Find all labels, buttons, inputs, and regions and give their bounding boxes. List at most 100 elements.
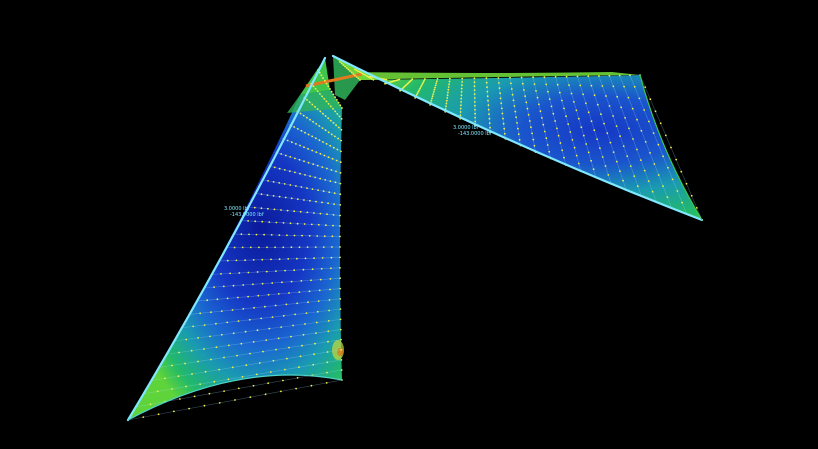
left-mesh-node [306, 99, 308, 101]
left-mesh-node [319, 152, 322, 155]
left-mesh-node [339, 287, 342, 290]
right-mesh-node [565, 75, 568, 78]
left-mesh-node [282, 379, 284, 382]
right-mesh-node [502, 117, 504, 120]
right-mesh-node [361, 72, 364, 75]
left-mesh-node [247, 295, 250, 298]
right-mesh-node [636, 185, 639, 188]
right-mesh-node [531, 132, 533, 135]
left-mesh-node [340, 128, 343, 131]
left-mesh-node [313, 257, 315, 260]
left-mesh-node [311, 103, 314, 106]
left-mesh-node [237, 320, 240, 322]
left-mesh-node [191, 373, 193, 375]
right-mesh-node [685, 182, 688, 185]
right-mesh-node [521, 82, 524, 85]
left-mesh-node [311, 149, 314, 152]
left-mesh-node [253, 206, 256, 209]
left-mesh-node [242, 308, 245, 310]
left-mesh-node [267, 180, 269, 182]
left-mesh-node [339, 298, 342, 300]
right-mesh-node [629, 165, 632, 168]
right-mesh-node [445, 105, 447, 108]
left-mesh-node [339, 225, 341, 227]
left-mesh-node [261, 258, 264, 261]
left-mesh-node [277, 293, 280, 295]
right-mesh-node [671, 178, 674, 181]
left-mesh-node [272, 195, 275, 197]
right-mesh-node [357, 77, 360, 80]
right-mesh-node [653, 163, 656, 165]
left-mesh-node [254, 220, 257, 223]
left-mesh-node [330, 133, 333, 136]
right-mesh-node [582, 93, 584, 96]
right-mesh-node [548, 98, 551, 100]
left-mesh-node [312, 163, 315, 166]
left-mesh-node [296, 377, 299, 379]
fea-viewport[interactable]: 3.0000 lbf -143.0000 lbf 3.0000 lbf -143… [0, 0, 818, 449]
left-mesh-node [332, 108, 334, 110]
left-mesh-node [298, 246, 301, 249]
right-mesh-node [626, 155, 629, 158]
left-mesh-node [339, 161, 342, 164]
left-mesh-node [306, 211, 309, 214]
left-mesh-node [340, 118, 343, 120]
left-mesh-node [252, 259, 255, 261]
right-mesh-node [436, 80, 438, 82]
right-mesh-node [446, 94, 449, 97]
left-mesh-node [306, 187, 308, 190]
left-mesh-node [288, 292, 290, 294]
right-mesh-node [561, 99, 563, 102]
right-mesh-node [420, 84, 423, 87]
right-mesh-node [366, 75, 369, 78]
left-mesh-node [322, 246, 325, 249]
left-mesh-node [330, 256, 333, 259]
right-mesh-node [436, 78, 439, 80]
right-mesh-node [357, 70, 359, 72]
left-mesh-node [308, 101, 311, 104]
left-mesh-node [241, 376, 244, 378]
right-mesh-node [596, 103, 599, 106]
right-mesh-node [639, 159, 642, 162]
right-mesh-node [593, 129, 596, 132]
left-mesh-node [171, 388, 173, 390]
right-mesh-node [623, 85, 625, 88]
right-mesh-node [690, 194, 693, 197]
left-mesh-node [275, 348, 277, 351]
right-mesh-node [649, 98, 652, 101]
left-mesh-node [322, 77, 324, 79]
left-mesh-node [263, 233, 265, 236]
right-mesh-node [460, 97, 463, 100]
right-mesh-node [432, 93, 435, 95]
right-mesh-node [605, 95, 607, 97]
left-mesh-node [290, 141, 293, 144]
left-mesh-node [298, 366, 300, 369]
right-mesh-node [587, 151, 590, 154]
left-mesh-node [327, 330, 330, 333]
left-mesh-node [332, 214, 335, 216]
left-mesh-node [334, 96, 336, 98]
left-mesh-node [319, 278, 322, 281]
right-mesh-node [596, 138, 598, 141]
left-mesh-node [321, 95, 323, 98]
right-mesh-node [618, 74, 621, 77]
left-mesh-node [307, 161, 310, 164]
left-mesh-node [316, 90, 319, 93]
right-mesh-node [616, 95, 619, 98]
left-mesh-node [327, 131, 330, 134]
left-mesh-node [314, 342, 316, 345]
left-mesh-node [314, 105, 316, 108]
right-mesh-node [662, 155, 664, 158]
right-mesh-node [571, 139, 574, 141]
left-mesh-node [324, 115, 327, 117]
right-mesh-node [675, 158, 678, 161]
left-mesh-node [238, 272, 241, 274]
left-mesh-node [252, 341, 255, 343]
left-mesh-node [234, 399, 236, 401]
right-mesh-node [638, 97, 641, 100]
right-mesh-node [577, 162, 580, 165]
left-mesh-node [193, 395, 196, 398]
left-mesh-node [316, 164, 319, 167]
left-mesh-node [320, 267, 323, 270]
right-mesh-node [585, 102, 587, 105]
